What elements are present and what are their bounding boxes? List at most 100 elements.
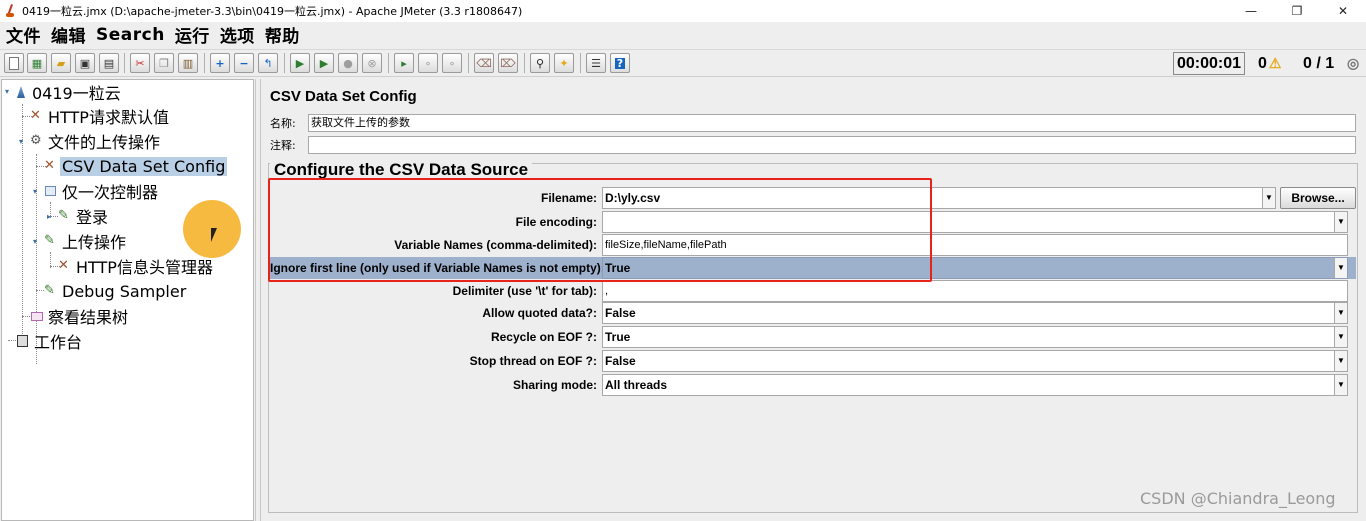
menu-search[interactable]: Search <box>96 25 165 45</box>
filename-combo[interactable]: D:\yly.csv ▼ <box>602 187 1276 209</box>
warning-icon: ⚠ <box>1268 55 1282 71</box>
tree-node-test-plan[interactable]: 0419一粒云 <box>14 80 123 104</box>
clear-icon[interactable]: ⌫ <box>474 53 494 73</box>
sharing-mode-value: All threads <box>605 378 668 392</box>
function-helper-icon[interactable]: ☰ <box>586 53 606 73</box>
recycle-eof-combo[interactable]: True ▼ <box>602 326 1348 348</box>
shutdown-icon[interactable]: ⊗ <box>362 53 382 73</box>
help-icon[interactable]: ? <box>610 53 630 73</box>
mouse-pointer-icon <box>211 228 223 242</box>
maximize-button[interactable]: ❐ <box>1274 0 1320 22</box>
chevron-down-icon[interactable]: ▼ <box>1334 258 1347 278</box>
expand-toggle[interactable]: ▸ <box>47 213 54 221</box>
chevron-down-icon[interactable]: ▼ <box>1334 327 1347 347</box>
toolbar-separator <box>524 53 525 73</box>
tree-node-label: Debug Sampler <box>62 281 187 301</box>
start-no-pause-icon[interactable]: ▶ <box>314 53 334 73</box>
delimiter-field[interactable]: , <box>602 280 1348 302</box>
paste-icon[interactable]: ▥ <box>178 53 198 73</box>
thread-group-icon: ⚙ <box>30 133 42 148</box>
tree-node-label: 文件的上传操作 <box>48 133 161 152</box>
tree-node-csv-config[interactable]: ✕ CSV Data Set Config <box>44 154 228 178</box>
allow-quoted-combo[interactable]: False ▼ <box>602 302 1348 324</box>
expand-toggle[interactable]: ▾ <box>33 188 40 196</box>
expand-toggle[interactable]: ▾ <box>5 88 12 96</box>
chevron-down-icon[interactable]: ▼ <box>1334 351 1347 371</box>
delimiter-label: Delimiter (use '\t' for tab): <box>452 284 597 298</box>
tree-node-http-defaults[interactable]: ✕ HTTP请求默认值 <box>30 104 171 128</box>
tree-node-label: 仅一次控制器 <box>62 183 159 202</box>
menu-run[interactable]: 运行 <box>175 22 210 47</box>
save-icon[interactable]: ▣ <box>75 53 95 73</box>
encoding-row: File encoding: ▼ <box>270 211 1356 233</box>
window-controls: — ❐ ✕ <box>1228 0 1366 22</box>
template-icon[interactable]: ▦ <box>27 53 47 73</box>
search-icon[interactable]: ⚲ <box>530 53 550 73</box>
chevron-down-icon[interactable]: ▼ <box>1334 303 1347 323</box>
sharing-mode-label: Sharing mode: <box>512 378 597 392</box>
toggle-icon[interactable]: ↰ <box>258 53 278 73</box>
open-icon[interactable]: ▰ <box>51 53 71 73</box>
tree-node-debug-sampler[interactable]: ✎ Debug Sampler <box>44 279 188 303</box>
tree-node-workbench[interactable]: 工作台 <box>16 329 84 353</box>
menu-edit[interactable]: 编辑 <box>51 22 86 47</box>
recycle-eof-value: True <box>605 330 631 344</box>
reset-search-icon[interactable]: ✦ <box>554 53 574 73</box>
cut-icon[interactable]: ✂ <box>130 53 150 73</box>
comment-field[interactable] <box>308 136 1356 154</box>
ignore-first-line-combo[interactable]: True ▼ <box>602 257 1348 279</box>
remote-stop-icon[interactable]: ∘ <box>418 53 438 73</box>
encoding-combo[interactable]: ▼ <box>602 211 1348 233</box>
toolbar-separator <box>124 53 125 73</box>
name-row: 名称: 获取文件上传的参数 <box>268 113 1356 133</box>
expand-icon[interactable]: + <box>210 53 230 73</box>
stop-icon[interactable]: ● <box>338 53 358 73</box>
chevron-down-icon[interactable]: ▼ <box>1262 188 1275 208</box>
remote-start-icon[interactable]: ▸ <box>394 53 414 73</box>
new-icon[interactable] <box>4 53 24 73</box>
variable-names-row: Variable Names (comma-delimited): fileSi… <box>270 234 1356 256</box>
tree-node-login[interactable]: ✎ 登录 <box>58 204 110 228</box>
panel-title: CSV Data Set Config <box>270 88 417 105</box>
name-field[interactable]: 获取文件上传的参数 <box>308 114 1356 132</box>
stop-thread-value: False <box>605 354 636 368</box>
allow-quoted-value: False <box>605 306 636 320</box>
menu-options[interactable]: 选项 <box>220 22 255 47</box>
expand-toggle[interactable]: ▾ <box>33 238 40 246</box>
expand-toggle[interactable]: ▾ <box>19 138 26 146</box>
menu-help[interactable]: 帮助 <box>265 22 300 47</box>
chevron-down-icon[interactable]: ▼ <box>1334 212 1347 232</box>
tree-node-thread-group[interactable]: ⚙ 文件的上传操作 <box>30 129 162 153</box>
remote-shutdown-icon[interactable]: ∘ <box>442 53 462 73</box>
sharing-mode-combo[interactable]: All threads ▼ <box>602 374 1348 396</box>
stop-thread-combo[interactable]: False ▼ <box>602 350 1348 372</box>
tree-node-header-manager[interactable]: ✕ HTTP信息头管理器 <box>58 254 215 278</box>
pane-splitter[interactable] <box>255 79 261 521</box>
chevron-down-icon[interactable]: ▼ <box>1334 375 1347 395</box>
tree-connector <box>36 290 44 291</box>
filename-label: Filename: <box>540 191 597 205</box>
stop-thread-row: Stop thread on EOF ?: False ▼ <box>270 350 1356 372</box>
sampler-icon: ✎ <box>44 283 55 298</box>
copy-icon[interactable]: ❐ <box>154 53 174 73</box>
tree-node-results-tree[interactable]: 察看结果树 <box>30 304 130 328</box>
menu-file[interactable]: 文件 <box>6 22 41 47</box>
start-icon[interactable]: ▶ <box>290 53 310 73</box>
watermark: CSDN @Chiandra_Leong <box>1140 489 1336 508</box>
save-as-icon[interactable]: ▤ <box>99 53 119 73</box>
tree-node-label: 登录 <box>76 208 109 227</box>
collapse-icon[interactable]: − <box>234 53 254 73</box>
tree-node-once-controller[interactable]: 仅一次控制器 <box>44 179 160 203</box>
browse-button[interactable]: Browse... <box>1280 187 1356 209</box>
filename-row: Filename: D:\yly.csv ▼ Browse... <box>270 187 1356 209</box>
minimize-button[interactable]: — <box>1228 0 1274 22</box>
recycle-eof-row: Recycle on EOF ?: True ▼ <box>270 326 1356 348</box>
variable-names-field[interactable]: fileSize,fileName,filePath <box>602 234 1348 256</box>
warning-count[interactable]: 0 ⚠ <box>1258 52 1281 75</box>
close-button[interactable]: ✕ <box>1320 0 1366 22</box>
toolbar-separator <box>580 53 581 73</box>
clear-all-icon[interactable]: ⌦ <box>498 53 518 73</box>
jmeter-feather-icon <box>3 4 17 18</box>
active-threads: 0 / 1 <box>1303 54 1335 72</box>
tree-node-upload[interactable]: ✎ 上传操作 <box>44 229 128 253</box>
